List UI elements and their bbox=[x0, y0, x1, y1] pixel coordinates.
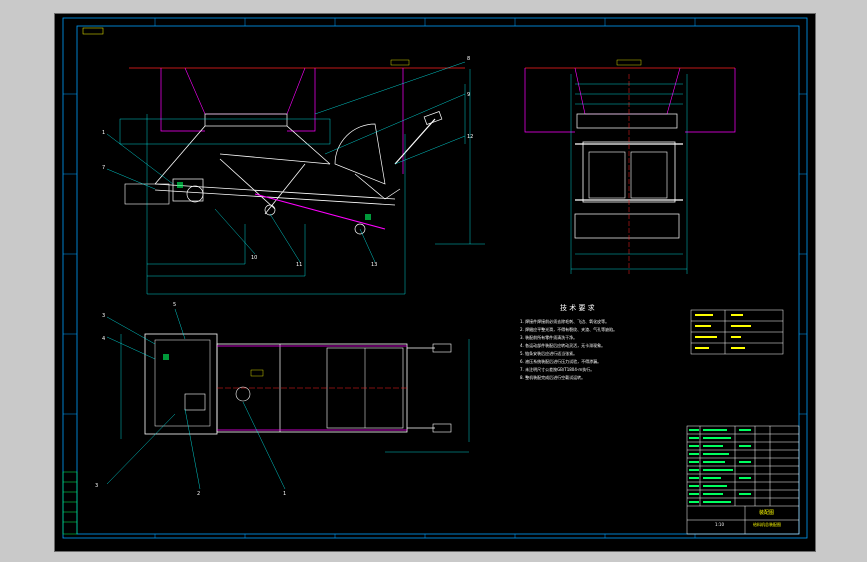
part-label: 10 bbox=[251, 255, 257, 261]
drawing-subtitle: 给料机总装配图 bbox=[753, 521, 781, 527]
top-view bbox=[106, 308, 470, 490]
zone-ticks bbox=[63, 18, 807, 538]
tech-req-line: 5. 链条安装后应进行适当张紧。 bbox=[520, 350, 577, 356]
param-table-text bbox=[695, 314, 751, 349]
cad-drawing-sheet: 1 7 8 9 12 10 11 13 3 4 5 3 2 1 技 术 要 求 … bbox=[54, 13, 816, 552]
tech-req-line: 8. 整机装配完成后进行空载试运转。 bbox=[520, 374, 585, 380]
part-label: 9 bbox=[467, 92, 470, 98]
part-label: 11 bbox=[296, 262, 302, 268]
part-label: 8 bbox=[467, 56, 470, 62]
part-label: 7 bbox=[102, 165, 105, 171]
revision-strip bbox=[62, 471, 78, 535]
drawing-scale: 1:10 bbox=[715, 522, 724, 527]
part-label: 5 bbox=[173, 302, 176, 308]
part-label: 2 bbox=[197, 491, 200, 497]
part-label: 13 bbox=[371, 262, 377, 268]
outer-border bbox=[62, 17, 808, 539]
tech-req-line: 3. 装配前所有零件须清洗干净。 bbox=[520, 334, 577, 340]
front-view bbox=[106, 59, 485, 295]
side-view bbox=[524, 59, 736, 274]
viewer-window: 1 7 8 9 12 10 11 13 3 4 5 3 2 1 技 术 要 求 … bbox=[0, 0, 867, 562]
drawing-svg: 1 7 8 9 12 10 11 13 3 4 5 3 2 1 技 术 要 求 … bbox=[62, 17, 808, 539]
drawing-title: 装配图 bbox=[759, 509, 774, 516]
tech-req-line: 4. 各运动部件装配后应转动灵活，无卡滞现象。 bbox=[520, 342, 605, 348]
technical-requirements: 技 术 要 求 1. 焊接件焊接前必须去除毛刺、飞边、氧化皮等。 2. 焊缝应平… bbox=[520, 303, 617, 380]
part-label: 4 bbox=[102, 336, 105, 342]
tech-req-title: 技 术 要 求 bbox=[560, 303, 595, 312]
part-label: 3 bbox=[102, 313, 105, 319]
part-label: 3 bbox=[95, 483, 98, 489]
tech-req-line: 7. 未注明尺寸公差按GB/T1804-m执行。 bbox=[520, 366, 594, 372]
part-label: 1 bbox=[102, 130, 105, 136]
tech-req-line: 1. 焊接件焊接前必须去除毛刺、飞边、氧化皮等。 bbox=[520, 318, 609, 324]
drawing-number-tag bbox=[82, 27, 104, 35]
part-label: 12 bbox=[467, 134, 473, 140]
tech-req-line: 2. 焊缝应平整光滑，不得有裂纹、夹渣、气孔等缺陷。 bbox=[520, 326, 617, 332]
part-label: 1 bbox=[283, 491, 286, 497]
parts-list bbox=[686, 425, 800, 535]
tech-req-line: 6. 液压系统装配后进行压力试验，不得渗漏。 bbox=[520, 358, 601, 364]
